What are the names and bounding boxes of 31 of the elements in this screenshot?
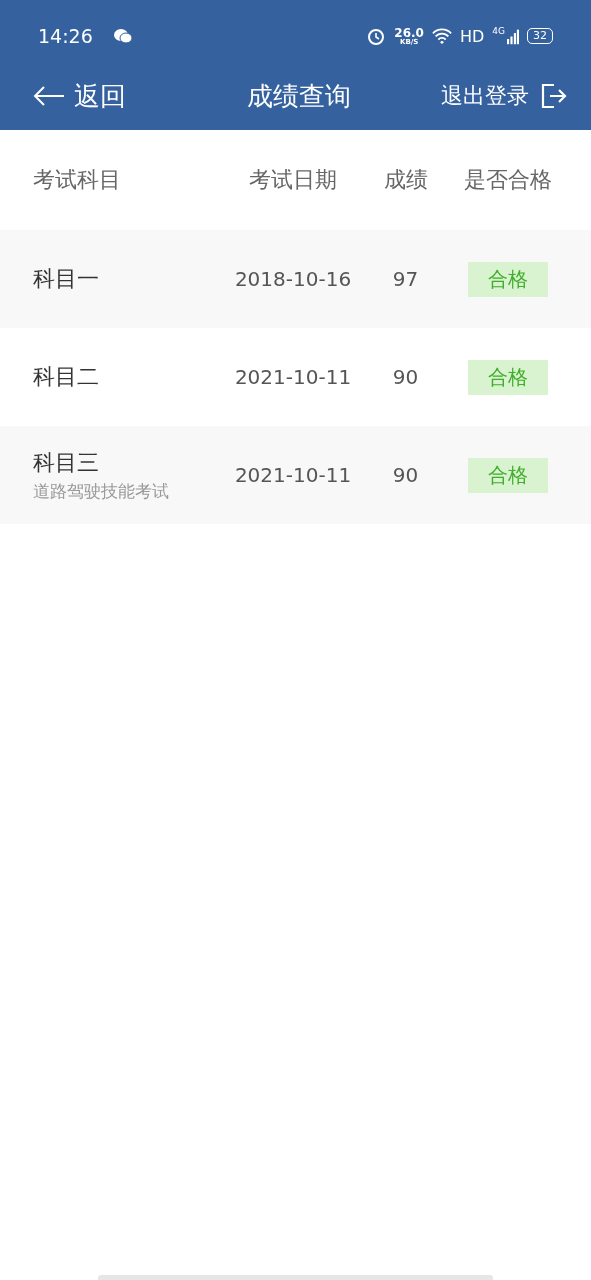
subject-name: 科目一 (33, 265, 100, 293)
table-cell-text: 2018-10-16 (233, 267, 353, 291)
alarm-icon (366, 26, 387, 46)
result-badge: 合格 (468, 359, 548, 395)
subject-name: 科目三 (33, 448, 100, 477)
subject-subtitle: 道路驾驶技能考试 (33, 479, 170, 503)
page-title: 成绩查询 (245, 79, 352, 113)
network-speed: 26.0 (394, 26, 424, 39)
wifi-icon (431, 26, 452, 46)
table-cell-text: 97 (391, 267, 420, 291)
hd-label: HD (459, 26, 485, 46)
table-cell-text: 90 (391, 463, 420, 487)
logout-button[interactable]: 退出登录 (441, 81, 567, 111)
table-cell-text: 90 (391, 365, 420, 389)
chat-app-icon (112, 26, 133, 46)
table-cell-text: 2021-10-11 (233, 463, 353, 487)
subject-name: 科目二 (33, 363, 100, 391)
table-cell-text: 2021-10-11 (233, 365, 353, 389)
column-header: 考试科目 (33, 166, 122, 194)
column-header: 是否合格 (463, 166, 553, 194)
network-type: 4G (492, 26, 505, 36)
logout-icon (541, 83, 567, 109)
result-badge: 合格 (468, 457, 548, 493)
back-button[interactable]: 返回 (32, 78, 126, 114)
signal-icon (507, 27, 519, 45)
back-arrow-icon (32, 85, 66, 107)
column-header: 成绩 (382, 166, 429, 194)
result-badge: 合格 (468, 261, 548, 297)
column-header: 考试日期 (248, 166, 338, 194)
battery-indicator: 32 (527, 28, 553, 44)
status-time: 14:26 (38, 25, 93, 47)
